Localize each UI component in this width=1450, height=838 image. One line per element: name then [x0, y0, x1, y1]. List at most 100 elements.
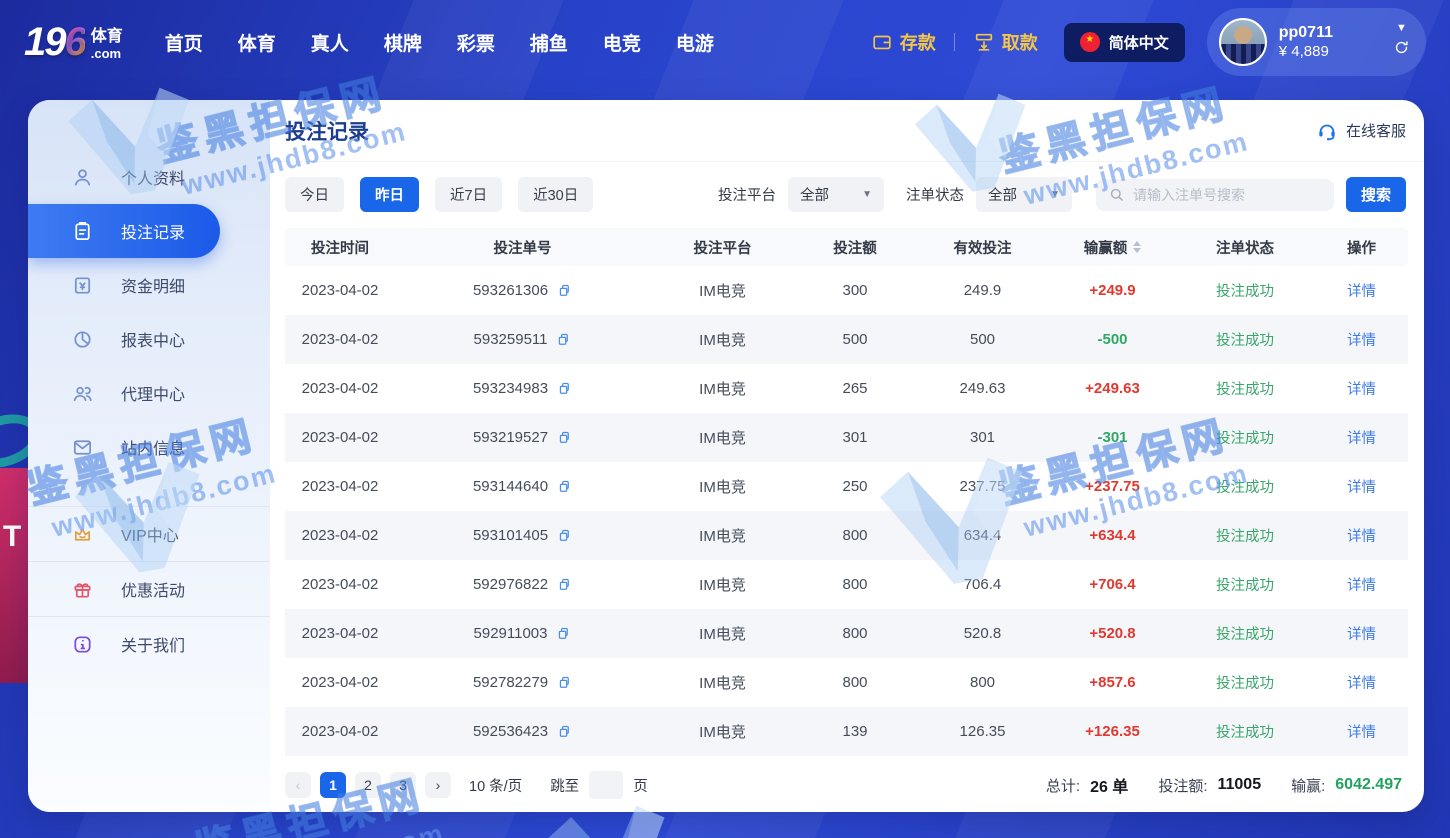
cell-bet-amount: 500 [795, 331, 915, 348]
cell-bet-amount: 300 [795, 282, 915, 299]
page-button-1[interactable]: 1 [320, 772, 346, 798]
refresh-icon[interactable] [1393, 39, 1410, 61]
logo-domain: .com [91, 47, 123, 60]
copy-icon[interactable] [556, 626, 571, 641]
sidebar-item-funds[interactable]: 资金明细 [28, 258, 270, 312]
detail-link[interactable]: 详情 [1315, 721, 1408, 742]
cell-bet-amount: 800 [795, 625, 915, 642]
nav-item-live[interactable]: 真人 [311, 29, 349, 56]
copy-icon[interactable] [557, 283, 572, 298]
tab-last7[interactable]: 近7日 [435, 177, 502, 212]
detail-link[interactable]: 详情 [1315, 672, 1408, 693]
sidebar-item-bet-records[interactable]: 投注记录 [28, 204, 220, 258]
language-selector[interactable]: ★ 简体中文 [1064, 23, 1185, 62]
cell-order-number: 593234983 [395, 380, 650, 397]
jump-unit: 页 [633, 775, 648, 796]
nav-item-home[interactable]: 首页 [165, 29, 203, 56]
detail-link[interactable]: 详情 [1315, 378, 1408, 399]
status-select[interactable]: 全部▼ [976, 177, 1072, 212]
totals-summary: 总计: 26 单 投注额: 11005 输赢: 6042.497 [1046, 773, 1406, 797]
cell-winloss: +634.4 [1050, 527, 1175, 544]
copy-icon[interactable] [557, 724, 572, 739]
cell-order-number: 592536423 [395, 723, 650, 740]
tab-yesterday[interactable]: 昨日 [360, 177, 419, 212]
copy-icon[interactable] [557, 430, 572, 445]
nav-item-games[interactable]: 电游 [676, 29, 714, 56]
detail-link[interactable]: 详情 [1315, 623, 1408, 644]
sidebar-item-vip[interactable]: VIP中心 [28, 507, 270, 561]
total-count-value: 26 单 [1090, 773, 1128, 797]
cell-bet-amount: 800 [795, 576, 915, 593]
copy-icon[interactable] [557, 528, 572, 543]
next-page-button[interactable]: › [425, 772, 451, 798]
copy-icon[interactable] [557, 381, 572, 396]
nav-item-chess[interactable]: 棋牌 [384, 29, 422, 56]
table-body: 2023-04-02593261306IM电竞300249.9+249.9投注成… [285, 266, 1408, 756]
bg-banner-shape [0, 468, 28, 683]
sidebar-item-profile[interactable]: 个人资料 [28, 150, 270, 204]
chevron-down-icon[interactable]: ▼ [1396, 23, 1407, 34]
detail-link[interactable]: 详情 [1315, 525, 1408, 546]
cell-bet-amount: 800 [795, 527, 915, 544]
per-page-select[interactable]: 10 条/页 [469, 775, 522, 796]
cell-valid-bet: 706.4 [915, 576, 1050, 593]
column-header: 投注平台 [650, 237, 795, 258]
sidebar-item-promotions[interactable]: 优惠活动 [28, 562, 270, 616]
table-row: 2023-04-02593219527IM电竞301301-301投注成功详情 [285, 413, 1408, 462]
nav-item-sports[interactable]: 体育 [238, 29, 276, 56]
nav-item-lottery[interactable]: 彩票 [457, 29, 495, 56]
site-logo[interactable]: 196 体育 .com [24, 24, 123, 60]
cell-valid-bet: 249.63 [915, 380, 1050, 397]
column-header: 投注时间 [285, 237, 395, 258]
balance: ¥ 4,889 [1279, 43, 1333, 62]
detail-link[interactable]: 详情 [1315, 476, 1408, 497]
sidebar-item-messages[interactable]: 站内信息 [28, 420, 270, 474]
cell-status: 投注成功 [1175, 329, 1315, 350]
table-row: 2023-04-02593259511IM电竞500500-500投注成功详情 [285, 315, 1408, 364]
user-menu[interactable]: pp0711 ¥ 4,889 ▼ [1207, 8, 1426, 76]
online-support-link[interactable]: 在线客服 [1316, 120, 1406, 142]
cell-bet-amount: 265 [795, 380, 915, 397]
copy-icon[interactable] [557, 675, 572, 690]
chevron-down-icon: ▼ [1050, 189, 1060, 200]
cell-order-number: 593219527 [395, 429, 650, 446]
prev-page-button[interactable]: ‹ [285, 772, 311, 798]
cell-winloss: +706.4 [1050, 576, 1175, 593]
cell-platform: IM电竞 [650, 378, 795, 399]
nav-item-fishing[interactable]: 捕鱼 [530, 29, 568, 56]
search-button[interactable]: 搜索 [1346, 177, 1406, 212]
withdraw-button[interactable]: 取款 [973, 29, 1038, 55]
sidebar-item-reports[interactable]: 报表中心 [28, 312, 270, 366]
cell-bet-time: 2023-04-02 [285, 576, 395, 593]
detail-link[interactable]: 详情 [1315, 280, 1408, 301]
sidebar-item-about[interactable]: 关于我们 [28, 617, 270, 671]
detail-link[interactable]: 详情 [1315, 574, 1408, 595]
copy-icon[interactable] [557, 479, 572, 494]
cell-status: 投注成功 [1175, 476, 1315, 497]
tab-last30[interactable]: 近30日 [518, 177, 593, 212]
cell-winloss: +857.6 [1050, 674, 1175, 691]
nav-item-esports[interactable]: 电竞 [603, 29, 641, 56]
jump-page-input[interactable] [589, 771, 623, 799]
detail-link[interactable]: 详情 [1315, 427, 1408, 448]
sidebar-item-label: 优惠活动 [121, 577, 185, 601]
page-button-3[interactable]: 3 [390, 772, 416, 798]
tab-today[interactable]: 今日 [285, 177, 344, 212]
cell-platform: IM电竞 [650, 721, 795, 742]
sidebar-item-agent[interactable]: 代理中心 [28, 366, 270, 420]
page-button-2[interactable]: 2 [355, 772, 381, 798]
column-header: 投注额 [795, 237, 915, 258]
jump-label: 跳至 [550, 775, 579, 796]
username: pp0711 [1279, 23, 1333, 43]
detail-link[interactable]: 详情 [1315, 329, 1408, 350]
copy-icon[interactable] [557, 577, 572, 592]
sidebar-item-label: 个人资料 [121, 165, 185, 189]
search-input[interactable] [1133, 187, 1322, 203]
deposit-button[interactable]: 存款 [871, 29, 936, 55]
sort-icon[interactable] [1133, 241, 1141, 253]
headset-icon [1316, 120, 1338, 142]
mail-icon [70, 435, 94, 459]
copy-icon[interactable] [556, 332, 571, 347]
logo-suffix: 体育 [91, 29, 123, 45]
platform-select[interactable]: 全部▼ [788, 177, 884, 212]
